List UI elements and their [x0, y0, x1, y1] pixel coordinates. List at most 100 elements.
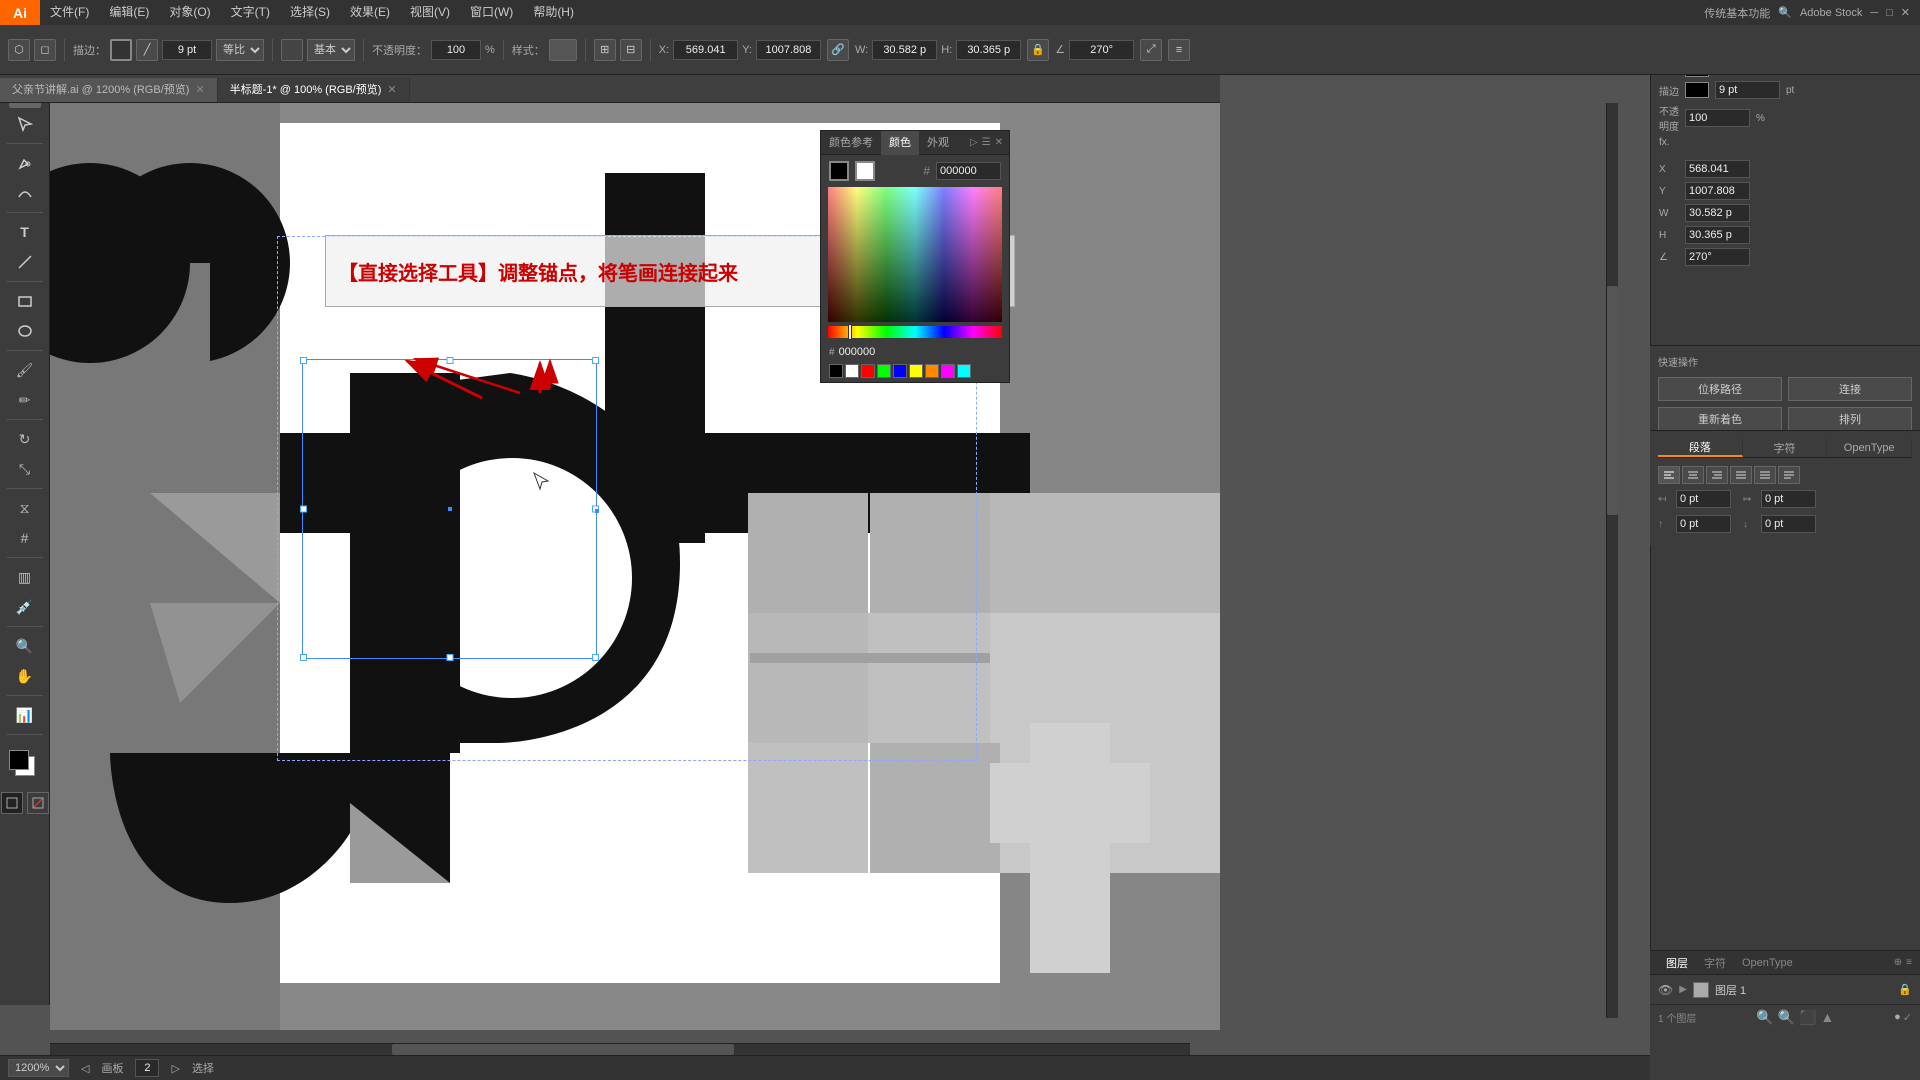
menu-view[interactable]: 视图(V): [400, 0, 460, 25]
swatch-black[interactable]: [829, 364, 843, 378]
minimize-btn[interactable]: ─: [1870, 7, 1878, 19]
blend-tool[interactable]: ⧖: [9, 494, 41, 522]
rp-h-input[interactable]: [1685, 226, 1750, 244]
qa-connect[interactable]: 连接: [1788, 377, 1912, 401]
curvature-tool[interactable]: [9, 179, 41, 207]
w-input[interactable]: [872, 40, 937, 60]
stroke-width-icon[interactable]: ╱: [136, 39, 158, 61]
color-gradient-picker[interactable]: [828, 187, 1002, 322]
page-input[interactable]: [135, 1059, 159, 1077]
distribute-icon[interactable]: ⊟: [620, 39, 642, 61]
layer-lock-icon[interactable]: 🔒: [1898, 983, 1912, 996]
rp-x-input[interactable]: [1685, 160, 1750, 178]
menu-file[interactable]: 文件(F): [40, 0, 99, 25]
zoom-tool[interactable]: 🔍: [9, 632, 41, 660]
none-mode-btn[interactable]: [27, 792, 49, 814]
layer-visibility-icon[interactable]: 👁: [1658, 983, 1673, 997]
align-justify-btn[interactable]: [1730, 466, 1752, 484]
rp-w-input[interactable]: [1685, 204, 1750, 222]
right-indent-input[interactable]: [1761, 490, 1816, 508]
direct-tool-icon[interactable]: ◻: [34, 39, 56, 61]
qa-recolor[interactable]: 重新着色: [1658, 407, 1782, 431]
cp-expand-icon[interactable]: ▷: [970, 137, 978, 148]
cp-tab-appearance[interactable]: 外观: [919, 131, 957, 155]
align-icon2[interactable]: ≡: [1168, 39, 1190, 61]
restore-btn[interactable]: □: [1886, 7, 1893, 19]
left-indent-input[interactable]: [1676, 490, 1731, 508]
tab-1-close[interactable]: ✕: [387, 78, 396, 102]
horizontal-scrollbar[interactable]: [50, 1043, 1190, 1055]
cp-bg-swatch[interactable]: [855, 161, 875, 181]
line-tool[interactable]: [9, 248, 41, 276]
swatch-red[interactable]: [861, 364, 875, 378]
cp-hex-input[interactable]: [936, 162, 1001, 180]
layers-tab-active[interactable]: 图层: [1658, 955, 1696, 971]
rp-y-input[interactable]: [1685, 182, 1750, 200]
swatch-orange[interactable]: [925, 364, 939, 378]
selection-tool-icon[interactable]: ⬡: [8, 39, 30, 61]
align-icon[interactable]: ⊞: [594, 39, 616, 61]
angle-input[interactable]: [1069, 40, 1134, 60]
ellipse-tool[interactable]: [9, 317, 41, 345]
pencil-tool[interactable]: ✏: [9, 386, 41, 414]
before-space-input[interactable]: [1676, 515, 1731, 533]
stroke-color-swatch[interactable]: [110, 39, 132, 61]
swatch-blue[interactable]: [893, 364, 907, 378]
warp-icon[interactable]: ⤢: [1140, 39, 1162, 61]
swatch-yellow[interactable]: [909, 364, 923, 378]
typo-tab-opentype[interactable]: OpenType: [1827, 439, 1912, 457]
stroke-style-select[interactable]: 等比: [216, 39, 264, 61]
rotate-tool[interactable]: ↻: [9, 425, 41, 453]
options-layer-icon[interactable]: ▲: [1820, 1009, 1834, 1026]
cp-tab-color[interactable]: 颜色: [881, 131, 919, 155]
eyedropper-tool[interactable]: 💉: [9, 593, 41, 621]
zoom-select[interactable]: 1200%: [8, 1059, 69, 1077]
brush-tool[interactable]: 🖌: [9, 356, 41, 384]
layer-arrow-icon[interactable]: ▶: [1679, 984, 1687, 995]
nav-left-icon[interactable]: ◁: [81, 1062, 89, 1075]
pen-tool[interactable]: [9, 149, 41, 177]
hand-tool[interactable]: ✋: [9, 662, 41, 690]
menu-help[interactable]: 帮助(H): [523, 0, 584, 25]
swatch-magenta[interactable]: [941, 364, 955, 378]
menu-window[interactable]: 窗口(W): [460, 0, 523, 25]
x-input[interactable]: [673, 40, 738, 60]
rect-tool[interactable]: [9, 287, 41, 315]
direct-selection-tool[interactable]: [9, 110, 41, 138]
layers-expand-icon[interactable]: ⊕: [1894, 957, 1902, 968]
rp-opacity-input[interactable]: [1685, 109, 1750, 127]
cp-close-icon[interactable]: ✕: [995, 137, 1003, 148]
tab-1[interactable]: 半标题-1* @ 100% (RGB/预览) ✕: [218, 78, 410, 102]
nav-right-icon[interactable]: ▷: [171, 1062, 179, 1075]
mesh-tool[interactable]: #: [9, 524, 41, 552]
fg-color-swatch[interactable]: [9, 750, 29, 770]
qa-arrange[interactable]: 排列: [1788, 407, 1912, 431]
after-space-input[interactable]: [1761, 515, 1816, 533]
cp-menu-icon[interactable]: ☰: [982, 137, 991, 148]
align-right-btn[interactable]: [1706, 466, 1728, 484]
text-tool[interactable]: T: [9, 218, 41, 246]
color-spectrum-bar[interactable]: [828, 326, 1002, 338]
opacity-input[interactable]: [431, 40, 481, 60]
move-layer-icon[interactable]: ⬛: [1799, 1009, 1816, 1026]
rp-stroke-width[interactable]: [1715, 81, 1780, 99]
qa-offset-path[interactable]: 位移路径: [1658, 377, 1782, 401]
v-scroll-thumb[interactable]: [1607, 286, 1618, 515]
menu-select[interactable]: 选择(S): [280, 0, 340, 25]
vertical-scrollbar[interactable]: [1606, 103, 1618, 1018]
h-scroll-thumb[interactable]: [392, 1044, 734, 1055]
fill-mode-btn[interactable]: [1, 792, 23, 814]
align-justify-all-btn[interactable]: [1754, 466, 1776, 484]
menu-edit[interactable]: 编辑(E): [99, 0, 159, 25]
menu-effect[interactable]: 效果(E): [340, 0, 400, 25]
align-left-btn[interactable]: [1658, 466, 1680, 484]
scale-tool[interactable]: ⤡: [9, 455, 41, 483]
layers-tab-opentype[interactable]: OpenType: [1734, 957, 1801, 969]
graph-tool[interactable]: 📊: [9, 701, 41, 729]
menu-text[interactable]: 文字(T): [221, 0, 280, 25]
delete-layer-icon[interactable]: 🔍: [1778, 1009, 1795, 1026]
stroke-width-input[interactable]: [162, 40, 212, 60]
close-btn[interactable]: ✕: [1901, 6, 1910, 19]
layers-tab-char[interactable]: 字符: [1696, 955, 1734, 971]
swatch-white[interactable]: [845, 364, 859, 378]
